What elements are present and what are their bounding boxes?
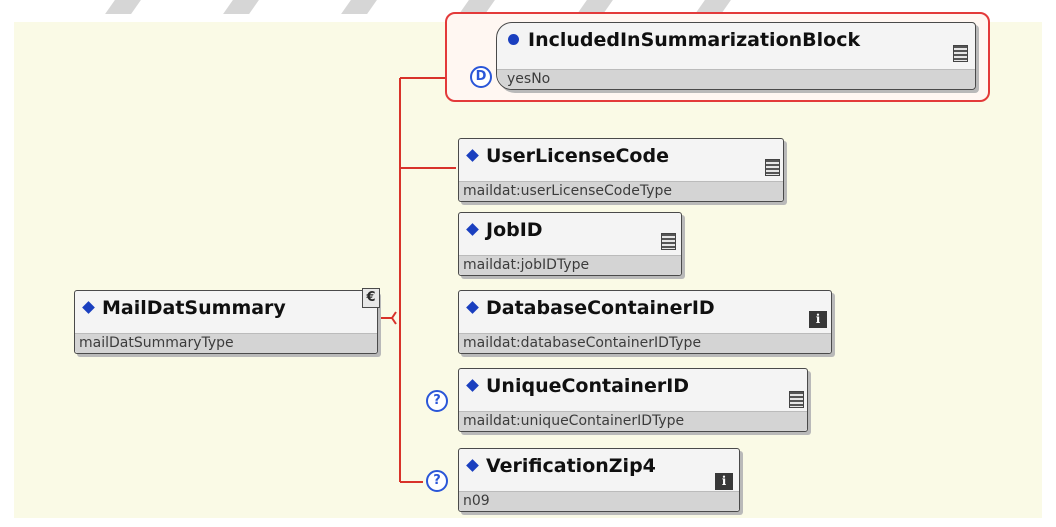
diamond-icon xyxy=(466,459,479,472)
optional-icon: ? xyxy=(426,470,448,492)
element-box-userlicensecode[interactable]: UserLicenseCode maildat:userLicenseCodeT… xyxy=(458,138,784,202)
diamond-icon xyxy=(466,301,479,314)
element-box-verificationzip4[interactable]: VerificationZip4 n09 i xyxy=(458,448,740,512)
root-element-box[interactable]: MailDatSummary mailDatSummaryType xyxy=(74,290,378,354)
diamond-icon xyxy=(466,379,479,392)
diamond-icon xyxy=(466,149,479,162)
element-type: maildat:uniqueContainerIDType xyxy=(463,413,685,429)
info-icon[interactable]: i xyxy=(715,473,733,490)
documentation-icon[interactable] xyxy=(953,45,968,62)
element-name: UserLicenseCode xyxy=(486,145,669,167)
documentation-icon[interactable] xyxy=(765,159,780,176)
documentation-icon[interactable] xyxy=(789,391,804,408)
element-name: UniqueContainerID xyxy=(486,375,690,397)
element-box-uniquecontainerid[interactable]: UniqueContainerID maildat:uniqueContaine… xyxy=(458,368,808,432)
element-box-jobid[interactable]: JobID maildat:jobIDType xyxy=(458,212,682,276)
element-type: yesNo xyxy=(507,71,551,87)
element-type: maildat:databaseContainerIDType xyxy=(463,335,702,351)
diamond-icon xyxy=(466,223,479,236)
root-element-name: MailDatSummary xyxy=(102,297,286,319)
info-icon[interactable]: i xyxy=(809,311,827,328)
root-element-type: mailDatSummaryType xyxy=(79,335,234,351)
element-name: VerificationZip4 xyxy=(486,455,656,477)
element-box-includedinsummarizationblock[interactable]: IncludedInSummarizationBlock yesNo xyxy=(496,22,976,90)
element-box-databasecontainerid[interactable]: DatabaseContainerID maildat:databaseCont… xyxy=(458,290,832,354)
sequence-compositor-icon[interactable]: € xyxy=(362,288,380,308)
element-type: n09 xyxy=(463,493,490,509)
element-type: maildat:userLicenseCodeType xyxy=(463,183,672,199)
documentation-icon[interactable] xyxy=(661,233,676,250)
element-type: maildat:jobIDType xyxy=(463,257,590,273)
element-name: DatabaseContainerID xyxy=(486,297,715,319)
dot-icon xyxy=(508,34,519,45)
optional-icon: ? xyxy=(426,390,448,412)
element-name: JobID xyxy=(486,219,543,241)
element-name: IncludedInSummarizationBlock xyxy=(528,29,861,51)
diamond-icon xyxy=(82,301,95,314)
default-icon: D xyxy=(470,66,492,88)
